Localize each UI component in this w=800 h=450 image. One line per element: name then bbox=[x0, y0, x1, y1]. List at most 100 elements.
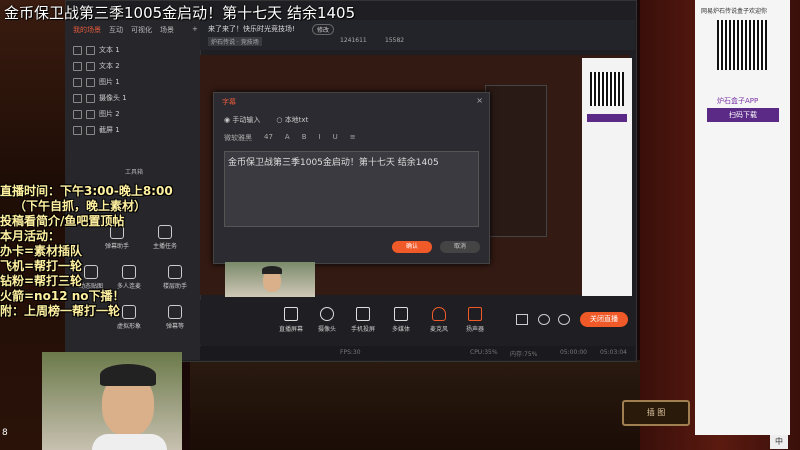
qr-code-icon bbox=[717, 20, 767, 70]
fan-count: 15582 bbox=[385, 37, 405, 44]
monitor-icon bbox=[284, 307, 298, 321]
add-scene-button[interactable]: + bbox=[192, 25, 198, 35]
scan-download-button[interactable]: 扫码下载 bbox=[707, 108, 779, 122]
task-icon bbox=[158, 225, 172, 239]
memory-readout: 内存:75% bbox=[510, 351, 538, 358]
speaker-button[interactable]: 扬声器 bbox=[458, 307, 492, 333]
settings-icon[interactable] bbox=[558, 314, 570, 325]
fps-readout: FPS:30 bbox=[340, 349, 361, 356]
nested-preview bbox=[485, 85, 547, 237]
hair bbox=[100, 364, 156, 386]
scene-item-label: 摄像头 1 bbox=[99, 94, 127, 102]
microphone-icon bbox=[432, 307, 446, 321]
tool-floor-helper[interactable]: 楼层助手 bbox=[159, 265, 191, 290]
eye-icon[interactable] bbox=[73, 93, 82, 103]
lock-icon[interactable] bbox=[86, 45, 95, 55]
camera-icon bbox=[320, 307, 334, 321]
lock-icon[interactable] bbox=[86, 61, 95, 71]
avatar-icon bbox=[122, 305, 136, 319]
viewer-count: 1241611 bbox=[340, 37, 367, 44]
ime-indicator[interactable]: 中 bbox=[770, 435, 788, 449]
floor-icon bbox=[168, 265, 182, 279]
scene-list: 文本 1 文本 2 图片 1 摄像头 1 图片 2 截屏 1 bbox=[73, 42, 193, 138]
right-side-panel bbox=[695, 125, 790, 435]
ad-brand: 炉石盒子APP bbox=[717, 97, 759, 105]
caption-dialog: 字幕 × ◉ 手动输入 ○ 本地txt 微软雅黑 47 A B I U ≡ 金币… bbox=[213, 92, 490, 264]
tool-label: 主播任务 bbox=[152, 243, 177, 250]
caption-textarea[interactable]: 金币保卫战第三季1005金启动！第十七天 结余1405 bbox=[224, 151, 479, 227]
preview-webcam bbox=[225, 262, 315, 297]
eye-icon[interactable] bbox=[73, 61, 82, 71]
lock-icon[interactable] bbox=[86, 125, 95, 135]
align-icon[interactable]: ≡ bbox=[350, 133, 356, 143]
dialog-title: 字幕 bbox=[222, 98, 236, 106]
font-size-select[interactable]: 47 bbox=[264, 133, 273, 143]
stream-info-header: 来了来了！快乐时光竞技场! 修改 炉石传说 · 竞技场 1241611 1558… bbox=[200, 20, 635, 50]
category-badge[interactable]: 炉石传说 · 竞技场 bbox=[208, 37, 262, 46]
microphone-button[interactable]: 麦克风 bbox=[422, 307, 456, 333]
scene-item[interactable]: 图片 2 bbox=[73, 106, 193, 122]
eye-icon[interactable] bbox=[73, 77, 82, 87]
italic-icon[interactable]: I bbox=[319, 133, 321, 143]
status-bar: FPS:30 CPU:35% 内存:75% 05:00:00 05:03:04 bbox=[200, 346, 635, 360]
overlay-line: 附：上周榜一帮打一轮 bbox=[0, 304, 121, 318]
stream-title-overlay: 金币保卫战第三季1005金启动！第十七天 结余1405 bbox=[4, 4, 356, 22]
radio-label: 本地txt bbox=[284, 116, 309, 124]
tool-label: 弹幕等 bbox=[165, 323, 184, 330]
tab-interact[interactable]: 互动 bbox=[109, 25, 123, 35]
lock-icon[interactable] bbox=[86, 77, 95, 87]
tool-label: 摄像头 bbox=[317, 326, 336, 333]
media-button[interactable]: 多媒体 bbox=[384, 307, 418, 333]
danmu-icon bbox=[168, 305, 182, 319]
scene-item[interactable]: 文本 2 bbox=[73, 58, 193, 74]
tab-visual[interactable]: 可视化 bbox=[131, 25, 152, 35]
underline-icon[interactable]: U bbox=[333, 133, 338, 143]
cancel-button[interactable]: 取消 bbox=[440, 241, 480, 253]
close-stream-button[interactable]: 关闭直播 bbox=[580, 312, 628, 327]
toolbox-label: 工具箱 bbox=[125, 169, 144, 176]
color-icon[interactable]: A bbox=[285, 133, 290, 143]
radio-local-txt[interactable]: ○ 本地txt bbox=[276, 115, 308, 125]
mic-group-icon bbox=[122, 265, 136, 279]
format-toolbar: 微软雅黑 47 A B I U ≡ bbox=[224, 133, 356, 143]
tab-my-scenes[interactable]: 我的场景 bbox=[73, 25, 101, 35]
font-select[interactable]: 微软雅黑 bbox=[224, 133, 252, 143]
camera-button[interactable]: 摄像头 bbox=[310, 307, 344, 333]
bold-icon[interactable]: B bbox=[302, 133, 307, 143]
download-mini-button bbox=[587, 114, 627, 122]
game-sign: 插 图 bbox=[622, 400, 690, 426]
shirt bbox=[92, 434, 167, 450]
scene-item[interactable]: 截屏 1 bbox=[73, 122, 193, 138]
scene-item[interactable]: 图片 1 bbox=[73, 74, 193, 90]
lock-icon[interactable] bbox=[86, 109, 95, 119]
game-background-bottom bbox=[190, 360, 640, 450]
play-icon bbox=[394, 307, 408, 321]
eye-icon[interactable] bbox=[73, 45, 82, 55]
phone-cast-button[interactable]: 手机投屏 bbox=[346, 307, 380, 333]
tool-danmu[interactable]: 弹幕等 bbox=[159, 305, 191, 330]
tool-streamer-task[interactable]: 主播任务 bbox=[149, 225, 181, 250]
timer-b: 05:03:04 bbox=[600, 349, 627, 356]
hair bbox=[262, 266, 282, 274]
eye-icon[interactable] bbox=[73, 109, 82, 119]
eye-icon[interactable] bbox=[538, 314, 550, 325]
radio-manual-input[interactable]: ◉ 手动输入 bbox=[224, 115, 260, 125]
lock-icon[interactable] bbox=[86, 93, 95, 103]
scene-item[interactable]: 文本 1 bbox=[73, 42, 193, 58]
sticker-icon bbox=[84, 265, 98, 279]
radio-label: 手动输入 bbox=[232, 116, 261, 124]
app-ad-panel: 网易炉石传说盒子欢迎你 炉石盒子APP 扫码下载 bbox=[695, 0, 790, 125]
close-icon[interactable]: × bbox=[476, 96, 483, 105]
tool-label: 多媒体 bbox=[391, 326, 410, 333]
screen-capture-button[interactable]: 直播屏幕 bbox=[274, 307, 308, 333]
tab-scenes[interactable]: 场景 bbox=[160, 25, 174, 35]
record-icon[interactable] bbox=[516, 314, 528, 325]
tool-label: 弹幕助手 bbox=[104, 243, 129, 250]
stream-subtitle: 来了来了！快乐时光竞技场! bbox=[208, 25, 295, 33]
eye-icon[interactable] bbox=[73, 125, 82, 135]
edit-title-button[interactable]: 修改 bbox=[312, 24, 335, 35]
confirm-button[interactable]: 确认 bbox=[392, 241, 432, 253]
scene-item[interactable]: 摄像头 1 bbox=[73, 90, 193, 106]
scene-item-label: 截屏 1 bbox=[99, 126, 120, 134]
scene-item-label: 图片 1 bbox=[99, 78, 120, 86]
